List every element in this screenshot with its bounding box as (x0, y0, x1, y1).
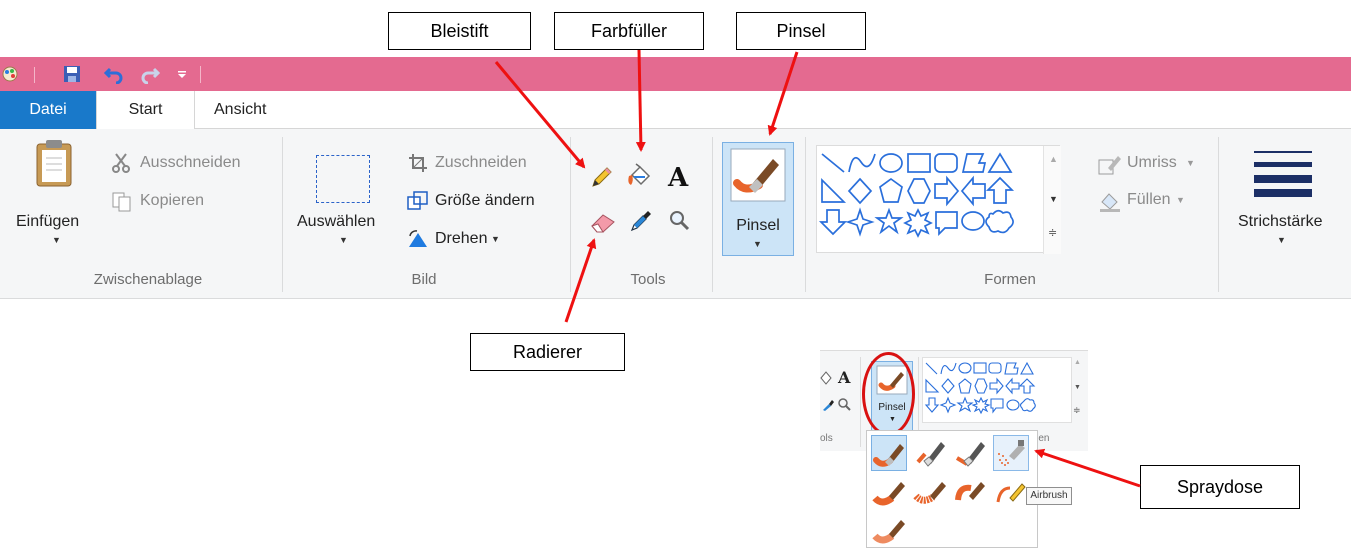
arrow-bleistift (494, 61, 586, 169)
arrow-radierer (564, 238, 597, 323)
arrow-pinsel (767, 51, 799, 136)
arrow-spraydose (1034, 448, 1141, 488)
annotation-arrows (494, 49, 1141, 488)
arrow-farbfueller (635, 49, 646, 152)
